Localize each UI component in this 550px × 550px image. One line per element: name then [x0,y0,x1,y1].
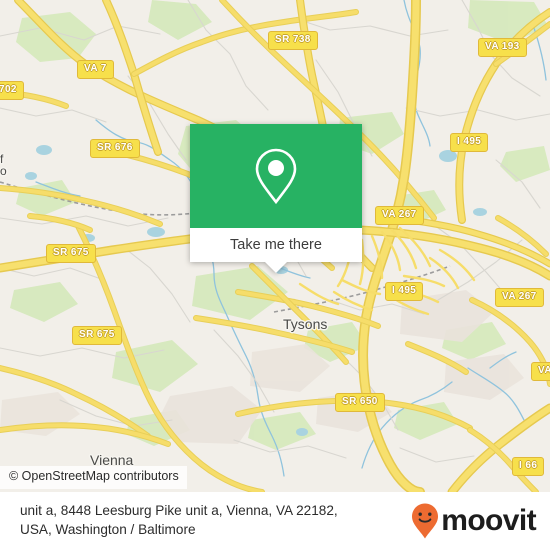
road-shield: SR 675 [46,244,96,263]
road-shield: VA 193 [478,38,527,57]
road-shield: SR 738 [268,31,318,50]
popup-cta-bar[interactable]: Take me there [190,228,362,262]
moovit-logo[interactable]: moovit [411,503,537,539]
location-popup-card[interactable]: Take me there [190,124,362,273]
road-shield: SR 675 [72,326,122,345]
app-screenshot: .rd { fill:none; stroke:#f6dd6a; stroke-… [0,0,550,550]
road-shield: I 66 [512,457,545,476]
map-pin-icon [255,148,297,205]
road-shield: VA 267 [495,288,544,307]
map-attribution[interactable]: © OpenStreetMap contributors [0,466,187,489]
address-text: unit a, 8448 Leesburg Pike unit a, Vienn… [20,502,411,540]
road-shield: SR 650 [335,393,385,412]
road-shield: I 495 [385,282,424,301]
place-label: Tysons [283,316,328,332]
road-shield: VA 7 [77,60,114,79]
place-label: o [0,164,7,178]
road-shield: VA [531,362,550,381]
popup-pointer-tail [265,262,287,273]
road-shield: SR 676 [90,139,140,158]
address-line-2: USA, Washington / Baltimore [20,522,196,537]
moovit-pin-icon [412,503,439,539]
road-shield: I 495 [450,133,489,152]
road-shield: VA 267 [375,206,424,225]
moovit-wordmark: moovit [441,504,536,537]
popup-image-area [190,124,362,228]
map-canvas[interactable]: .rd { fill:none; stroke:#f6dd6a; stroke-… [0,0,550,492]
road-shield: 702 [0,81,24,100]
take-me-there-label: Take me there [230,236,322,253]
footer-bar: unit a, 8448 Leesburg Pike unit a, Vienn… [0,492,550,550]
address-line-1: unit a, 8448 Leesburg Pike unit a, Vienn… [20,503,338,519]
